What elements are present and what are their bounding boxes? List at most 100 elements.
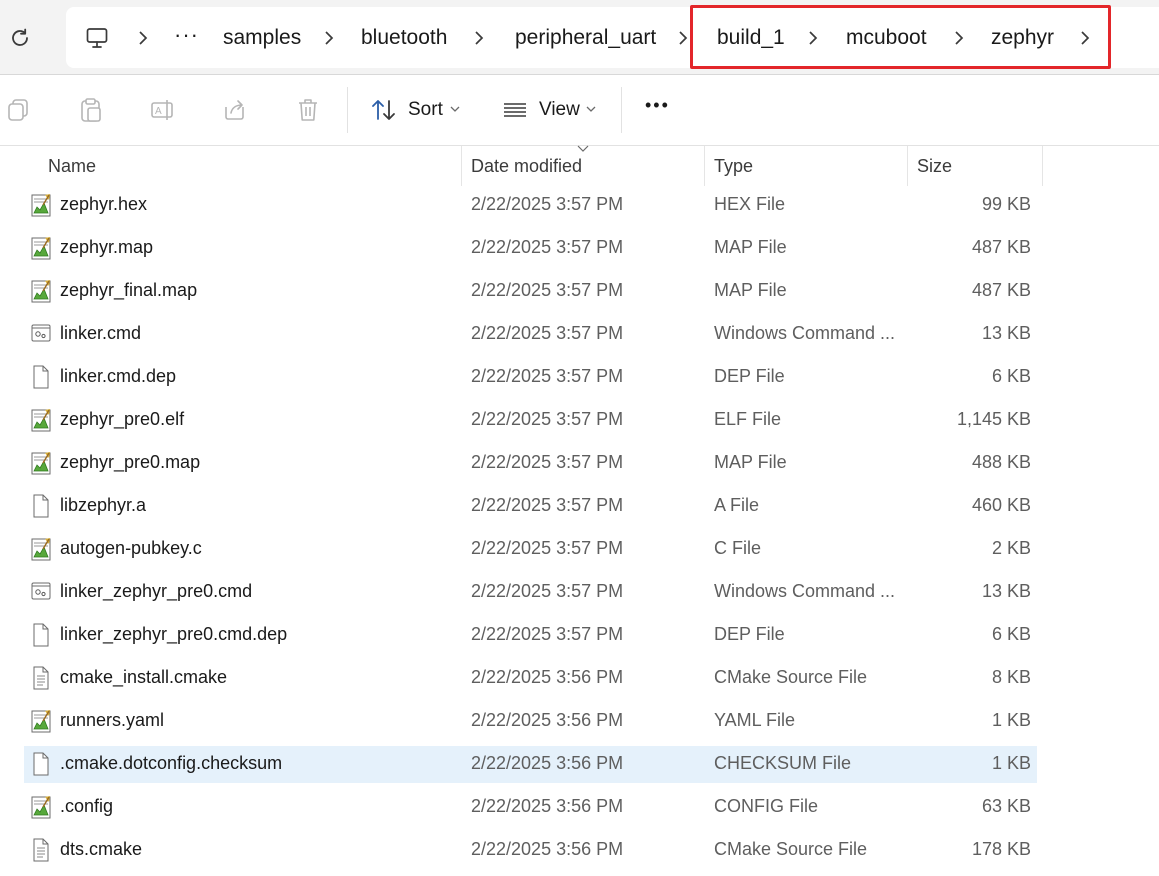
file-name: autogen-pubkey.c xyxy=(60,538,202,558)
file-type: CMake Source File xyxy=(714,667,868,687)
delete-icon[interactable] xyxy=(295,97,321,123)
toolbar-separator xyxy=(347,87,348,133)
column-divider[interactable] xyxy=(704,146,705,186)
more-options-button[interactable]: ••• xyxy=(645,95,670,116)
file-name: .cmake.dotconfig.checksum xyxy=(60,753,283,773)
file-row[interactable]: zephyr.map 2/22/2025 3:57 PM MAP File 487 K… xyxy=(0,227,1159,270)
blank-file-icon xyxy=(31,494,51,518)
file-name: zephyr_pre0.map xyxy=(60,452,201,472)
toolbar-separator xyxy=(621,87,622,133)
file-name: dts.cmake xyxy=(60,839,143,859)
copy-icon[interactable] xyxy=(6,97,32,123)
file-size: 13 KB xyxy=(981,581,1031,601)
file-row[interactable]: linker.cmd 2/22/2025 3:57 PM Windows Comma… xyxy=(0,313,1159,356)
notepad-plus-icon xyxy=(31,537,51,561)
blank-file-icon xyxy=(31,752,51,776)
column-divider[interactable] xyxy=(461,146,462,186)
file-type: MAP File xyxy=(714,237,787,257)
file-name: zephyr.map xyxy=(60,237,154,257)
chevron-down-icon[interactable] xyxy=(450,106,460,112)
file-row[interactable]: runners.yaml 2/22/2025 3:56 PM YAML File 1 … xyxy=(0,700,1159,743)
file-row[interactable]: libzephyr.a 2/22/2025 3:57 PM A File 460 KB xyxy=(0,485,1159,528)
file-type: Windows Command ... xyxy=(714,323,896,343)
file-row[interactable]: cmake_install.cmake 2/22/2025 3:56 PM CMak… xyxy=(0,657,1159,700)
breadcrumb-bluetooth[interactable]: bluetooth xyxy=(361,7,447,68)
sort-button[interactable]: Sort xyxy=(408,99,443,121)
chevron-right-icon[interactable] xyxy=(322,29,336,47)
notepad-plus-icon xyxy=(31,408,51,432)
column-header-type[interactable]: Type xyxy=(714,156,753,177)
rename-icon[interactable]: A xyxy=(150,97,176,123)
file-row[interactable]: zephyr_pre0.map 2/22/2025 3:57 PM MAP File… xyxy=(0,442,1159,485)
file-size: 1,145 KB xyxy=(956,409,1031,429)
file-date-modified: 2/22/2025 3:56 PM xyxy=(471,710,624,730)
file-date-modified: 2/22/2025 3:57 PM xyxy=(471,194,624,214)
file-date-modified: 2/22/2025 3:56 PM xyxy=(471,667,624,687)
file-size: 178 KB xyxy=(971,839,1031,859)
file-type: HEX File xyxy=(714,194,786,214)
file-size: 487 KB xyxy=(971,237,1031,257)
file-type: CMake Source File xyxy=(714,839,868,859)
column-divider[interactable] xyxy=(1042,146,1043,186)
file-name: .config xyxy=(60,796,114,816)
notepad-plus-icon xyxy=(31,709,51,733)
file-type: CONFIG File xyxy=(714,796,819,816)
notepad-plus-icon xyxy=(31,279,51,303)
file-row[interactable]: .config 2/22/2025 3:56 PM CONFIG File 63 KB xyxy=(0,786,1159,829)
file-date-modified: 2/22/2025 3:57 PM xyxy=(471,452,624,472)
file-row[interactable]: dts.cmake 2/22/2025 3:56 PM CMake Source F… xyxy=(0,829,1159,872)
column-header-date[interactable]: Date modified xyxy=(471,156,582,177)
breadcrumb-overflow[interactable]: ··· xyxy=(174,7,199,68)
cmd-file-icon xyxy=(31,580,51,604)
file-size: 99 KB xyxy=(981,194,1031,214)
breadcrumb-peripheral-uart[interactable]: peripheral_uart xyxy=(515,7,656,68)
sort-arrows-icon[interactable] xyxy=(371,97,397,123)
file-row[interactable]: linker_zephyr_pre0.cmd 2/22/2025 3:57 PM W… xyxy=(0,571,1159,614)
file-date-modified: 2/22/2025 3:57 PM xyxy=(471,366,624,386)
notepad-plus-icon xyxy=(31,236,51,260)
this-pc-icon[interactable] xyxy=(85,26,109,50)
file-date-modified: 2/22/2025 3:57 PM xyxy=(471,409,624,429)
share-icon[interactable] xyxy=(223,97,249,123)
file-date-modified: 2/22/2025 3:56 PM xyxy=(471,839,624,859)
file-row[interactable]: zephyr.hex 2/22/2025 3:57 PM HEX File 99 KB xyxy=(0,184,1159,227)
refresh-icon[interactable] xyxy=(8,26,32,50)
chevron-right-icon[interactable] xyxy=(676,29,690,47)
file-name: linker_zephyr_pre0.cmd xyxy=(60,581,253,601)
file-type: MAP File xyxy=(714,452,787,472)
notepad-plus-icon xyxy=(31,795,51,819)
breadcrumb-samples[interactable]: samples xyxy=(223,7,301,68)
file-row[interactable]: linker_zephyr_pre0.cmd.dep 2/22/2025 3:57… xyxy=(0,614,1159,657)
file-row[interactable]: linker.cmd.dep 2/22/2025 3:57 PM DEP File 6… xyxy=(0,356,1159,399)
file-date-modified: 2/22/2025 3:57 PM xyxy=(471,581,624,601)
column-header-name[interactable]: Name xyxy=(48,156,96,177)
paste-icon[interactable] xyxy=(78,97,104,123)
address-bar-row: ··· samples bluetooth peripheral_uart bu… xyxy=(0,0,1159,75)
cmd-file-icon xyxy=(31,322,51,346)
file-name: zephyr.hex xyxy=(60,194,148,214)
view-button[interactable]: View xyxy=(539,99,580,121)
file-type: C File xyxy=(714,538,762,558)
chevron-right-icon[interactable] xyxy=(472,29,486,47)
file-row[interactable]: .cmake.dotconfig.checksum 2/22/2025 3:56 … xyxy=(0,743,1159,786)
view-list-icon[interactable] xyxy=(502,97,528,123)
chevron-right-icon[interactable] xyxy=(136,29,150,47)
column-divider[interactable] xyxy=(907,146,908,186)
file-row[interactable]: zephyr_final.map 2/22/2025 3:57 PM MAP Fil… xyxy=(0,270,1159,313)
file-type: DEP File xyxy=(714,624,785,644)
file-size: 6 KB xyxy=(991,366,1031,386)
file-row[interactable]: autogen-pubkey.c 2/22/2025 3:57 PM C File 2… xyxy=(0,528,1159,571)
blank-file-icon xyxy=(31,623,51,647)
column-header-size[interactable]: Size xyxy=(917,156,952,177)
file-type: YAML File xyxy=(714,710,796,730)
file-row[interactable]: zephyr_pre0.elf 2/22/2025 3:57 PM ELF File… xyxy=(0,399,1159,442)
command-toolbar: A Sort View ••• xyxy=(0,75,1159,146)
file-name: cmake_install.cmake xyxy=(60,667,228,687)
file-size: 63 KB xyxy=(981,796,1031,816)
file-type: MAP File xyxy=(714,280,787,300)
file-size: 460 KB xyxy=(971,495,1031,515)
notepad-plus-icon xyxy=(31,451,51,475)
file-size: 487 KB xyxy=(971,280,1031,300)
chevron-down-icon[interactable] xyxy=(586,106,596,112)
file-name: linker.cmd.dep xyxy=(60,366,177,386)
